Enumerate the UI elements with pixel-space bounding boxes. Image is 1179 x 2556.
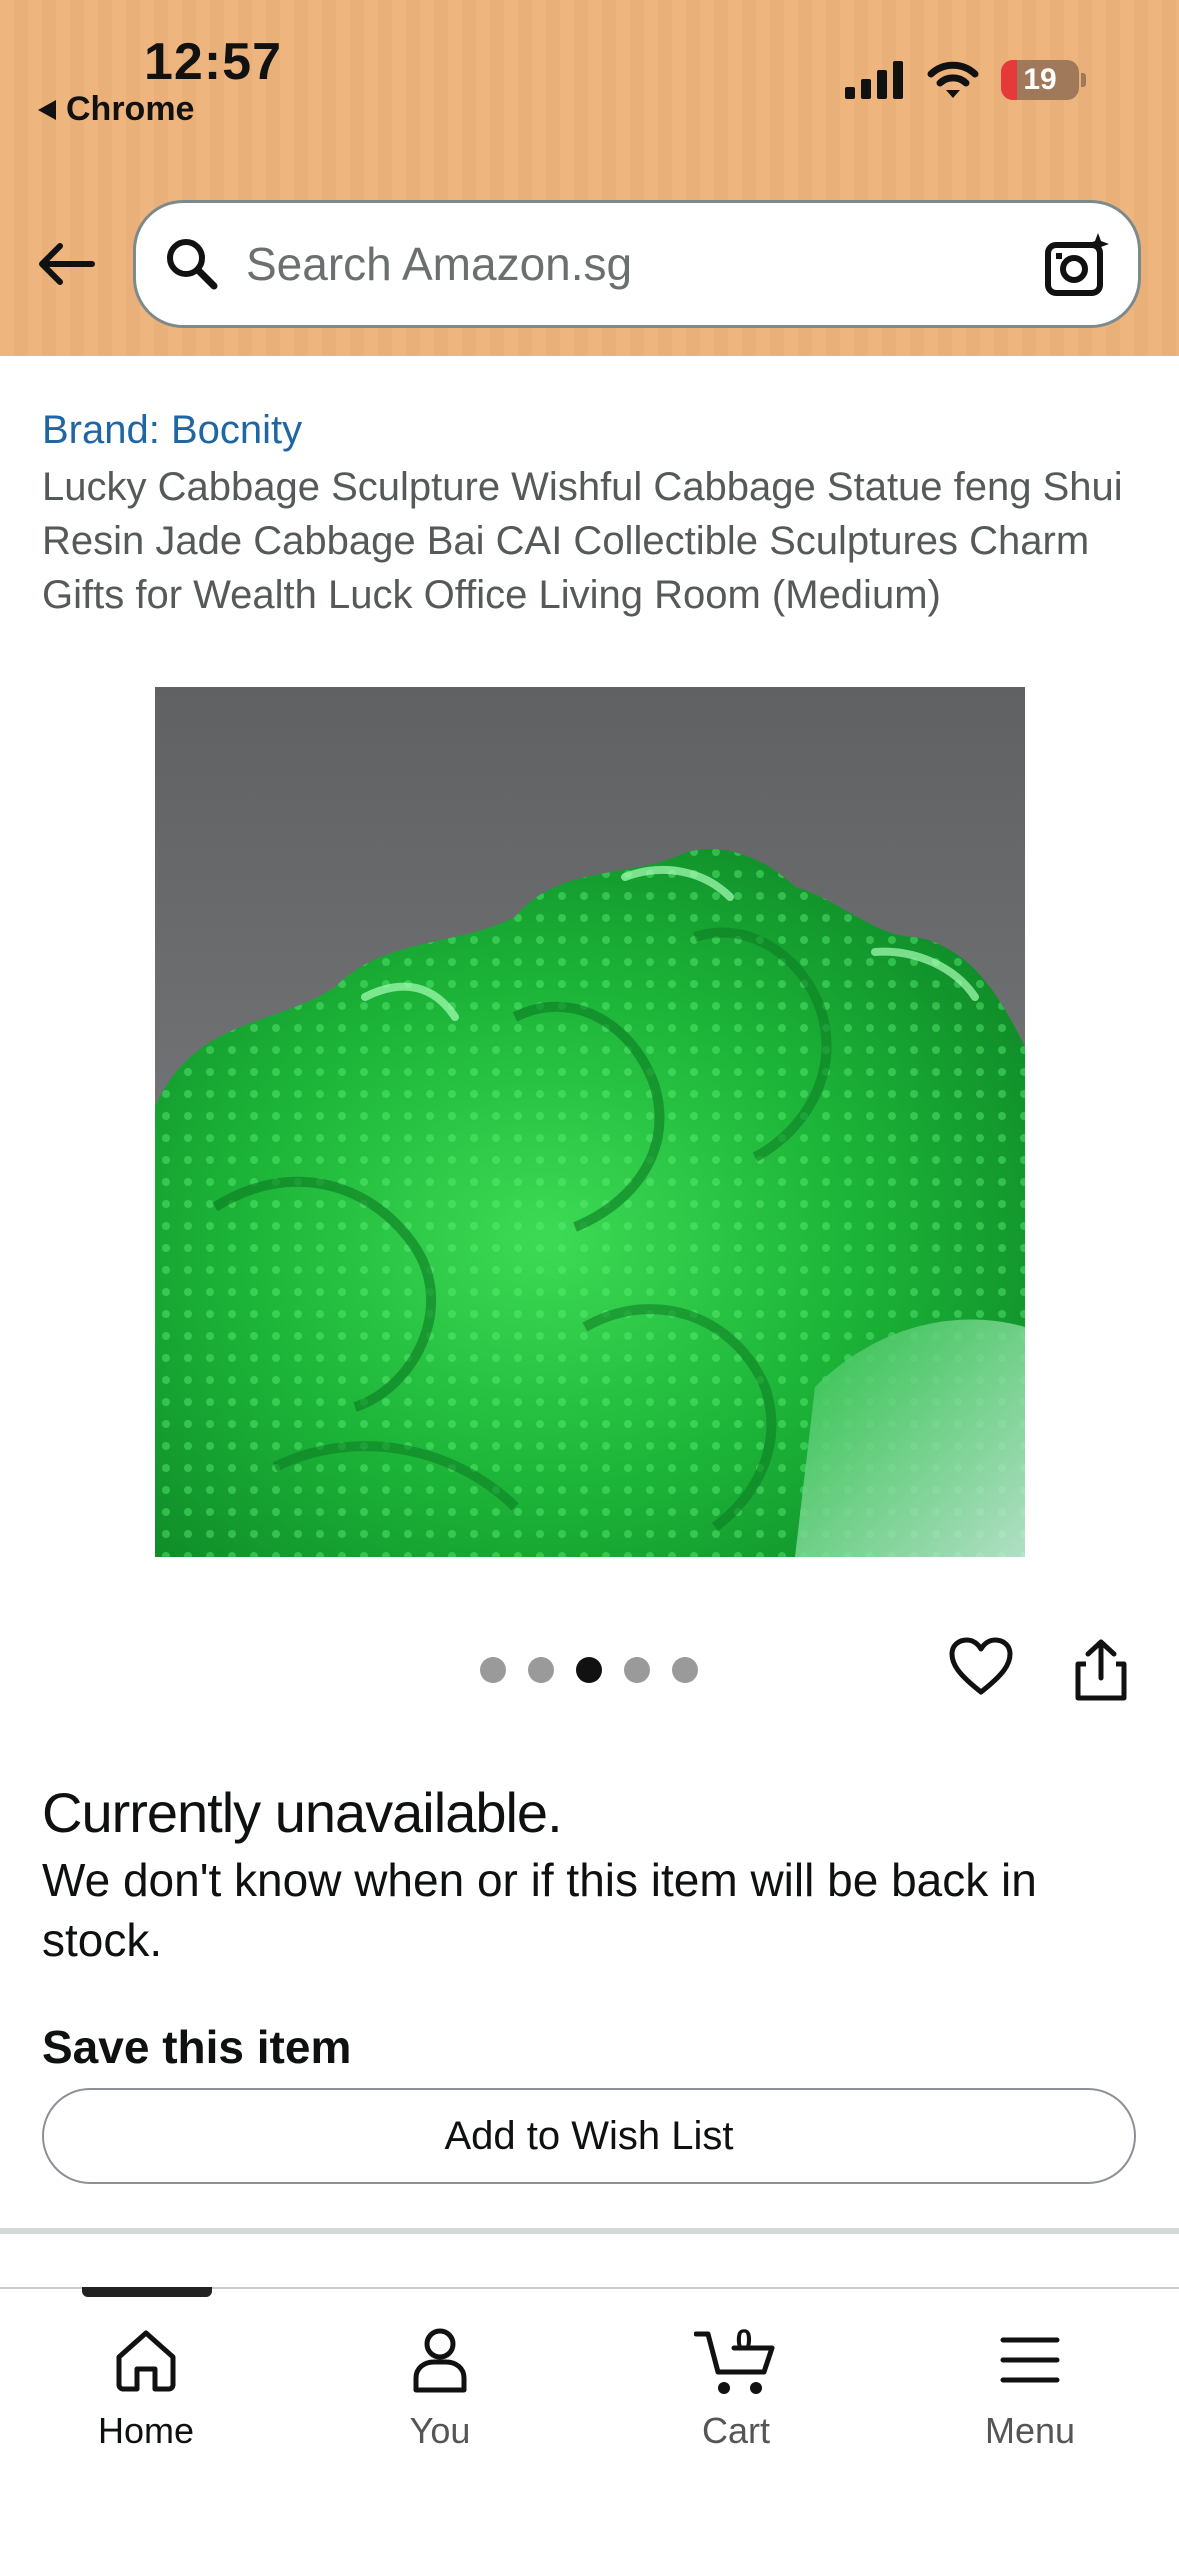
availability-description: We don't know when or if this item will … bbox=[42, 1854, 1037, 1966]
pagination-dot[interactable] bbox=[624, 1657, 650, 1683]
tab-home-label: Home bbox=[97, 2410, 195, 2451]
battery-icon: 19 bbox=[1001, 60, 1086, 100]
pagination-dot[interactable] bbox=[528, 1657, 554, 1683]
add-to-wish-list-button[interactable]: Add to Wish List bbox=[42, 2088, 1136, 2184]
back-app-label: Chrome bbox=[66, 90, 195, 128]
status-icons: 19 bbox=[845, 60, 1086, 100]
cart-count: 0 bbox=[736, 2324, 753, 2357]
search-icon bbox=[167, 239, 218, 290]
back-arrow-button[interactable] bbox=[34, 232, 98, 296]
brand-link[interactable]: Brand: Bocnity bbox=[42, 408, 302, 453]
battery-level: 19 bbox=[1023, 63, 1057, 96]
section-divider bbox=[0, 2228, 1179, 2234]
back-to-app-link[interactable]: Chrome bbox=[36, 90, 194, 129]
home-icon bbox=[116, 2330, 176, 2392]
wifi-icon bbox=[927, 61, 979, 98]
cart-icon: 0 bbox=[694, 2324, 775, 2394]
save-item-label: Save this item bbox=[42, 2021, 352, 2073]
pagination-dot[interactable] bbox=[672, 1657, 698, 1683]
person-icon bbox=[413, 2328, 467, 2393]
tab-you-label: You bbox=[409, 2410, 471, 2451]
image-pagination[interactable] bbox=[480, 1657, 698, 1683]
share-icon[interactable] bbox=[1074, 1638, 1128, 1702]
back-triangle-icon bbox=[38, 99, 56, 120]
product-title: Lucky Cabbage Sculpture Wishful Cabbage … bbox=[42, 465, 1123, 617]
pagination-dot[interactable] bbox=[480, 1657, 506, 1683]
tab-you[interactable]: You bbox=[340, 2320, 540, 2452]
menu-icon bbox=[1000, 2337, 1060, 2383]
camera-search-icon[interactable] bbox=[1044, 231, 1112, 299]
signal-icon bbox=[845, 61, 903, 99]
jade-cabbage-image bbox=[155, 848, 1025, 1557]
heart-icon[interactable] bbox=[948, 1636, 1014, 1698]
search-bar[interactable] bbox=[133, 200, 1141, 328]
status-time: 12:57 bbox=[144, 33, 282, 91]
tab-cart-label: Cart bbox=[701, 2410, 770, 2451]
back-arrow-icon bbox=[39, 243, 95, 285]
active-tab-indicator bbox=[82, 2287, 212, 2297]
tab-menu-label: Menu bbox=[984, 2410, 1076, 2451]
tab-home[interactable]: Home bbox=[46, 2320, 246, 2452]
availability-heading: Currently unavailable. bbox=[42, 1781, 563, 1844]
next-section-heading: Shop with confidence bbox=[42, 2262, 517, 2290]
app-header: 12:57 Chrome 19 bbox=[0, 0, 1179, 356]
pagination-dot-active[interactable] bbox=[576, 1657, 602, 1683]
search-input[interactable] bbox=[246, 237, 1026, 291]
product-image[interactable] bbox=[155, 687, 1025, 1557]
tab-cart[interactable]: 0 Cart bbox=[636, 2320, 836, 2452]
tab-menu[interactable]: Menu bbox=[930, 2320, 1130, 2452]
